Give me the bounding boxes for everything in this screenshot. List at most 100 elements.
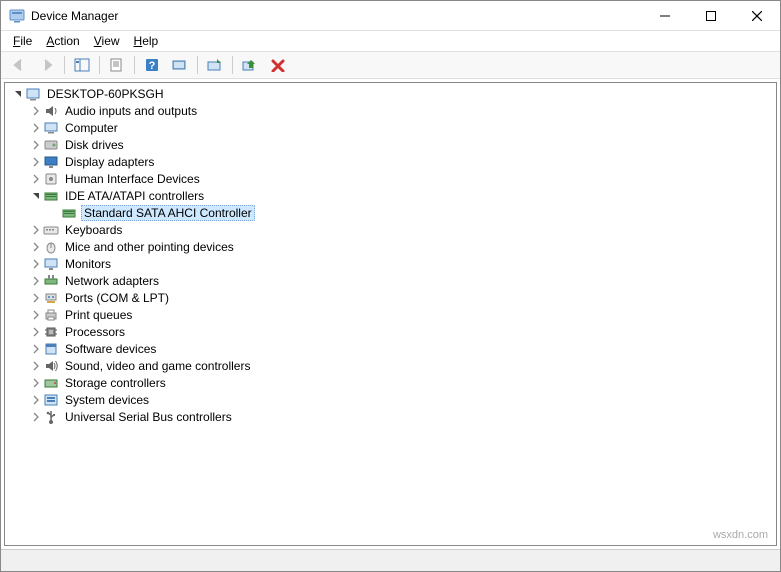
app-icon [9,8,25,24]
expand-arrow-icon[interactable] [29,157,43,167]
tree-category[interactable]: Computer [7,119,774,136]
expand-arrow-icon[interactable] [29,106,43,116]
tree-category-label: Mice and other pointing devices [63,240,236,254]
hid-icon [43,171,59,187]
enable-device-button[interactable] [237,54,263,76]
forward-button[interactable] [34,54,60,76]
expand-arrow-icon[interactable] [29,344,43,354]
tree-category[interactable]: Sound, video and game controllers [7,357,774,374]
cpu-icon [43,324,59,340]
collapse-arrow-icon[interactable] [29,191,43,201]
tree-category-label: Processors [63,325,127,339]
expand-arrow-icon[interactable] [29,361,43,371]
properties-button[interactable] [104,54,130,76]
toolbar-separator [232,56,233,74]
uninstall-device-button[interactable] [265,54,291,76]
toolbar-separator [134,56,135,74]
tree-category[interactable]: Processors [7,323,774,340]
expand-arrow-icon[interactable] [11,89,25,99]
monitor-icon [43,256,59,272]
tree-category-label: IDE ATA/ATAPI controllers [63,189,206,203]
tree-root-label: DESKTOP-60PKSGH [45,87,165,101]
tree-category[interactable]: Disk drives [7,136,774,153]
titlebar: Device Manager [1,1,780,31]
toolbar-separator [99,56,100,74]
tree-category-label: Software devices [63,342,158,356]
update-driver-button[interactable] [202,54,228,76]
maximize-button[interactable] [688,1,734,30]
help-button[interactable]: ? [139,54,165,76]
tree-category-label: Computer [63,121,120,135]
menubar: File Action View Help [1,31,780,51]
tree-category-label: Network adapters [63,274,161,288]
svg-text:?: ? [149,60,156,72]
printer-icon [43,307,59,323]
tree-category[interactable]: Universal Serial Bus controllers [7,408,774,425]
menu-action[interactable]: Action [40,33,85,49]
tree-category-label: Display adapters [63,155,156,169]
back-button[interactable] [6,54,32,76]
mouse-icon [43,239,59,255]
statusbar [1,549,780,571]
tree-category-label: System devices [63,393,151,407]
tree-category[interactable]: Keyboards [7,221,774,238]
expand-arrow-icon[interactable] [29,174,43,184]
scan-hardware-button[interactable] [167,54,193,76]
tree-category-label: Storage controllers [63,376,168,390]
network-icon [43,273,59,289]
window-controls [642,1,780,30]
software-icon [43,341,59,357]
expand-arrow-icon[interactable] [29,395,43,405]
close-button[interactable] [734,1,780,30]
device-tree[interactable]: DESKTOP-60PKSGH Audio inputs and outputs… [4,82,777,546]
usb-icon [43,409,59,425]
expand-arrow-icon[interactable] [29,259,43,269]
tree-category-label: Disk drives [63,138,126,152]
storage-icon [43,375,59,391]
expand-arrow-icon[interactable] [29,242,43,252]
expand-arrow-icon[interactable] [29,327,43,337]
window-title: Device Manager [31,9,642,23]
minimize-button[interactable] [642,1,688,30]
menu-help[interactable]: Help [128,33,165,49]
computer-icon [25,86,41,102]
tree-category[interactable]: Audio inputs and outputs [7,102,774,119]
tree-category-label: Ports (COM & LPT) [63,291,171,305]
expand-arrow-icon[interactable] [29,310,43,320]
tree-category[interactable]: IDE ATA/ATAPI controllers [7,187,774,204]
expand-arrow-icon[interactable] [29,225,43,235]
tree-category[interactable]: Software devices [7,340,774,357]
expand-arrow-icon[interactable] [29,412,43,422]
tree-root[interactable]: DESKTOP-60PKSGH [7,85,774,102]
expand-arrow-icon[interactable] [29,378,43,388]
audio-icon [43,103,59,119]
expand-arrow-icon[interactable] [29,276,43,286]
tree-category[interactable]: System devices [7,391,774,408]
toolbar: ? [1,51,780,79]
tree-category[interactable]: Ports (COM & LPT) [7,289,774,306]
tree-category[interactable]: Mice and other pointing devices [7,238,774,255]
keyboard-icon [43,222,59,238]
tree-category-label: Print queues [63,308,134,322]
display-icon [43,154,59,170]
tree-category[interactable]: Network adapters [7,272,774,289]
computer-icon [43,120,59,136]
expand-arrow-icon[interactable] [29,140,43,150]
tree-category-label: Universal Serial Bus controllers [63,410,234,424]
tree-category[interactable]: Monitors [7,255,774,272]
tree-device[interactable]: Standard SATA AHCI Controller [7,204,774,221]
tree-category[interactable]: Print queues [7,306,774,323]
tree-category-label: Audio inputs and outputs [63,104,199,118]
expand-arrow-icon[interactable] [29,123,43,133]
tree-device-label: Standard SATA AHCI Controller [81,205,255,221]
show-hide-console-tree-button[interactable] [69,54,95,76]
tree-category-label: Sound, video and game controllers [63,359,252,373]
menu-file[interactable]: File [7,33,38,49]
tree-category[interactable]: Human Interface Devices [7,170,774,187]
ide-icon [43,188,59,204]
tree-category[interactable]: Storage controllers [7,374,774,391]
expand-arrow-icon[interactable] [29,293,43,303]
tree-category-label: Human Interface Devices [63,172,202,186]
tree-category[interactable]: Display adapters [7,153,774,170]
menu-view[interactable]: View [88,33,126,49]
